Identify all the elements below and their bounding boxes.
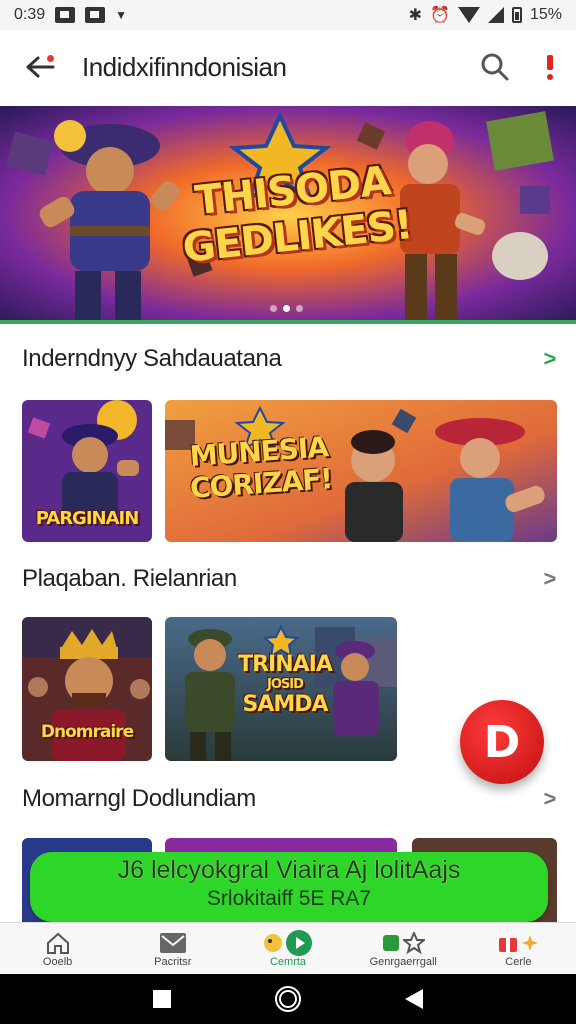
app-notification-icon [85,7,106,23]
notification-dot [47,55,54,62]
carousel-dot-active[interactable] [283,305,290,312]
system-nav-bar [0,974,576,1024]
back-triangle-icon[interactable] [403,987,425,1011]
chevron-right-icon[interactable]: > [544,346,557,372]
search-icon[interactable] [480,52,510,82]
card-title: MUNESIA CORIZAF! [173,430,347,506]
card-title: Dnomraire [40,722,134,742]
home-icon [46,932,69,954]
floating-action-button[interactable]: D [460,700,544,784]
card-title-line3: SAMDA [242,692,328,717]
game-badge-icon [383,934,400,951]
mascot-icon [264,933,282,952]
battery-percent: 15% [529,6,562,23]
nav-label-play: Cemrta [269,955,307,968]
alert-menu-icon[interactable] [544,52,556,82]
games-icon [403,931,426,954]
promo-subtext: Srlokitaiff 5E RA7 [206,887,372,910]
promo-headline: J6 lelcyokgral Viaira Aj lolitAajs [117,856,461,884]
nav-item-messages[interactable]: Pacritsr [115,923,230,974]
gift-icon [499,937,518,952]
wifi-icon [457,7,480,23]
back-button[interactable] [20,47,60,87]
card-title: PARGINAIN [35,508,140,529]
battery-icon [511,7,522,23]
section-title-3: Momarngl Dodlundiam [22,785,256,812]
card-title-line1: TRINAIA [238,652,333,677]
more-notifications-icon: ▼ [115,8,128,22]
home-button-icon[interactable] [274,985,302,1013]
nav-item-play[interactable]: Cemrta [230,923,345,974]
carousel-indicator [270,305,303,312]
hero-banner[interactable]: THISODA GEDLIKES! [0,106,576,324]
chevron-right-icon[interactable]: > [544,786,557,812]
nav-label-home: Ooelb [42,955,73,968]
page-title: Indidxifinndonisian [82,51,287,82]
sparkle-icon [522,934,539,951]
game-card[interactable]: MUNESIA CORIZAF! [165,400,557,542]
bluetooth-icon: ✱ [408,7,423,24]
section-title-2: Plaqaban. Rielanrian [22,565,237,592]
promo-banner[interactable]: J6 lelcyokgral Viaira Aj lolitAajs Srlok… [30,852,548,922]
signal-icon [487,7,504,23]
chevron-right-icon[interactable]: > [544,566,557,592]
nav-label-gifts: Cerle [505,955,532,968]
section-header-2[interactable]: Plaqaban. Rielanrian > [22,565,556,593]
section-header-1[interactable]: Inderndnyy Sahdauatana > [22,345,556,373]
app-bar: Indidxifinndonisian [0,30,576,104]
mail-icon [159,932,186,953]
nav-item-gifts[interactable]: Cerle [461,923,576,974]
card-title: TRINAIA JOSID SAMDA [225,653,345,717]
section-title-1: Inderndnyy Sahdauatana [22,345,282,372]
play-icon [286,929,312,956]
nav-label-games: Genrgaerrgall [369,955,437,968]
recents-icon[interactable] [151,988,173,1010]
alarm-icon: ⏰ [430,7,450,24]
game-card[interactable]: Dnomraire [22,617,152,761]
nav-item-home[interactable]: Ooelb [0,923,115,974]
status-bar: 0:39 ▼ ✱ ⏰ 15% [0,0,576,30]
status-time: 0:39 [14,6,46,23]
card-title-line2: JOSID [267,677,304,692]
carousel-dot[interactable] [270,305,277,312]
section-header-3[interactable]: Momarngl Dodlundiam > [22,785,556,813]
carousel-dot[interactable] [296,305,303,312]
nav-label-messages: Pacritsr [154,955,192,968]
bottom-nav: Ooelb Pacritsr Cemrta Genrgaerrgall Cerl… [0,922,576,974]
nav-item-games[interactable]: Genrgaerrgall [346,923,461,974]
game-card[interactable]: PARGINAIN [22,400,152,542]
fab-label: D [483,716,521,768]
game-card[interactable]: TRINAIA JOSID SAMDA [165,617,397,761]
gallery-notification-icon [55,7,76,23]
